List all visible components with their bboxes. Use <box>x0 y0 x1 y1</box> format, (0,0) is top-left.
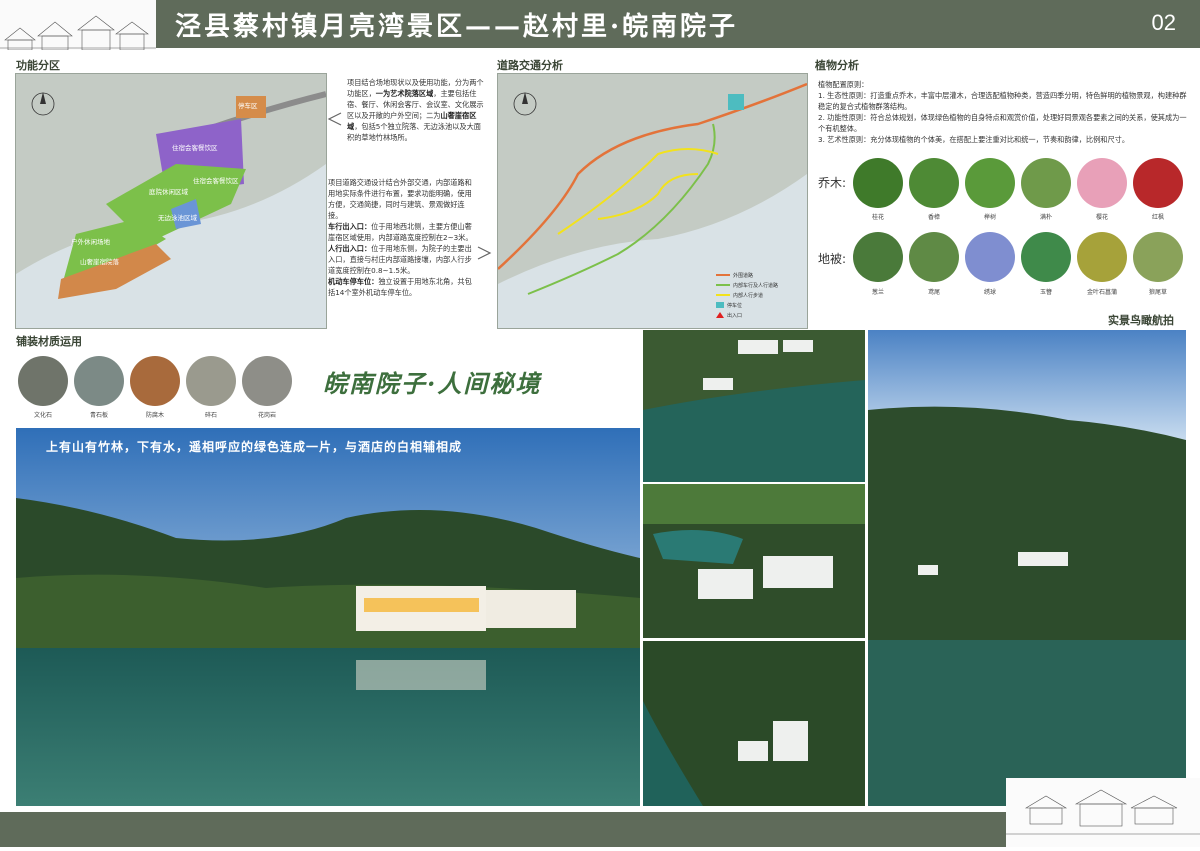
main-photo-image <box>16 428 640 806</box>
zoning-map: 停车区 住宿会客餐饮区 住宿会客餐饮区 庭院休闲区域 无边泳池区域 户外休闲场地… <box>15 73 327 329</box>
pedestrian-entrance-heading: 人行出入口： <box>328 244 372 253</box>
section-title-traffic: 道路交通分析 <box>497 59 563 72</box>
groundcover-caption: 鸢尾 <box>927 289 940 296</box>
zoning-text-art: 一为艺术院落区域 <box>375 89 434 98</box>
groundcover-caption: 玉簪 <box>1039 289 1052 296</box>
section-title-plants: 植物分析 <box>815 59 859 72</box>
arrow-left-icon <box>327 112 342 126</box>
traffic-description: 项目道路交通设计结合外部交通，内部道路和用地实际条件进行布置，要求功能明确，使用… <box>328 177 474 298</box>
right-lake-photo <box>867 329 1187 807</box>
groundcover-caption: 葱兰 <box>871 289 884 296</box>
zone-label-cliff-courtyard: 山奢崖宿院落 <box>80 258 119 266</box>
paving-bluestone-photo <box>74 356 124 406</box>
legend-item-internal-road: 内部车行及人行道路 <box>716 280 796 290</box>
groundcover-caption: 狼尾草 <box>1148 289 1167 296</box>
tree-caption: 红枫 <box>1151 214 1164 221</box>
arrow-right-icon <box>477 246 492 260</box>
aerial-photo-2 <box>642 483 866 639</box>
paving-caption: 青石板 <box>89 412 108 419</box>
groundcover-iris-photo <box>909 232 959 282</box>
header-sketch-illustration <box>0 0 156 50</box>
section-title-zoning: 功能分区 <box>16 59 60 72</box>
legend-item-parking: 停车位 <box>716 300 796 310</box>
legend-item-entrance: 出入口 <box>716 310 796 320</box>
zone-label-pool: 无边泳池区域 <box>158 214 197 222</box>
zoning-description: 项目结合场地现状以及使用功能，分为两个功能区，一为艺术院落区域，主要包括住宿、餐… <box>347 77 487 143</box>
page-number: 02 <box>1151 10 1176 35</box>
groundcover-label: 地被: <box>818 252 847 266</box>
groundcover-pennisetum-photo <box>1133 232 1183 282</box>
paving-caption: 碎石 <box>204 412 217 419</box>
footer-sketch-illustration <box>1006 778 1200 847</box>
tree-caption: 桂花 <box>871 214 884 221</box>
paving-caption: 防腐木 <box>145 412 164 419</box>
groundcover-zephyranthes-photo <box>853 232 903 282</box>
car-entrance-heading: 车行出入口： <box>328 222 372 231</box>
trees-label: 乔木: <box>818 176 847 190</box>
tree-caption: 满朴 <box>1039 214 1052 221</box>
plant-principle-1: 1. 生态性原则：打造重点乔木，丰富中层灌木，合理选配植物种类，营造四季分明，特… <box>818 91 1187 111</box>
groundcover-caption: 金叶石菖蒲 <box>1086 289 1117 296</box>
tree-red-maple-photo <box>1133 158 1183 208</box>
plant-principle-3: 3. 艺术性原则：充分体现植物的个体美，在搭配上要注重对比和统一，节奏和韵律，比… <box>818 135 1130 144</box>
paving-gravel-photo <box>186 356 236 406</box>
parking-heading: 机动车停车位： <box>328 277 379 286</box>
paving-row: 文化石 青石板 防腐木 碎石 花岗岩 <box>16 356 306 422</box>
paving-granite-photo <box>242 356 292 406</box>
zone-label-lodging-1: 住宿会客餐饮区 <box>172 144 218 152</box>
zoning-text-e: ，包括5个独立院落、无边泳池以及大面积的草地竹林场所。 <box>347 122 481 142</box>
main-lake-photo: 上有山有竹林，下有水，遥相呼应的绿色连成一片，与酒店的白相辅相成 <box>15 427 641 807</box>
tree-hackberry-photo <box>1021 158 1071 208</box>
plant-principles: 植物配置原则： 1. 生态性原则：打造重点乔木，丰富中层灌木，合理选配植物种类，… <box>818 79 1188 145</box>
legend-item-footpath: 内部人行步道 <box>716 290 796 300</box>
legend-item-outer-road: 外围道路 <box>716 270 796 280</box>
traffic-intro: 项目道路交通设计结合外部交通，内部道路和用地实际条件进行布置，要求功能明确，使用… <box>328 178 472 220</box>
tree-caption: 榉树 <box>983 214 996 221</box>
tree-caption: 香樟 <box>927 214 940 221</box>
trees-row: 桂花 香樟 榉树 满朴 樱花 红枫 <box>850 158 1190 221</box>
paving-culture-stone-photo <box>18 356 68 406</box>
groundcover-hosta-photo <box>1021 232 1071 282</box>
zone-label-courtyard: 庭院休闲区域 <box>149 188 188 196</box>
zone-label-lodging-2: 住宿会客餐饮区 <box>193 177 239 185</box>
page-title: 泾县蔡村镇月亮湾景区——赵村里·皖南院子 <box>175 12 739 42</box>
groundcover-acorus-photo <box>1077 232 1127 282</box>
main-photo-caption: 上有山有竹林，下有水，遥相呼应的绿色连成一片，与酒店的白相辅相成 <box>46 440 463 454</box>
plant-principle-2: 2. 功能性原则：符合总体规划，体现绿色植物的自身特点和观赏价值，处理好同景观各… <box>818 113 1187 133</box>
tree-osmanthus-photo <box>853 158 903 208</box>
groundcover-caption: 绣球 <box>983 289 996 296</box>
groundcover-row: 葱兰 鸢尾 绣球 玉簪 金叶石菖蒲 狼尾草 <box>850 232 1190 296</box>
plant-principles-heading: 植物配置原则： <box>818 80 869 89</box>
paving-wood-photo <box>130 356 180 406</box>
slogan: 皖南院子·人间秘境 <box>323 369 542 398</box>
aerial-photo-1 <box>642 329 866 483</box>
paving-caption: 文化石 <box>33 412 52 419</box>
zone-label-outdoor: 户外休闲场地 <box>71 238 110 246</box>
tree-caption: 樱花 <box>1095 214 1108 221</box>
groundcover-hydrangea-photo <box>965 232 1015 282</box>
zoning-map-drawing <box>16 74 326 328</box>
paving-caption: 花岗岩 <box>257 412 276 419</box>
traffic-legend: 外围道路 内部车行及人行道路 内部人行步道 停车位 出入口 <box>716 270 796 320</box>
aerial-photo-3 <box>642 640 866 807</box>
tree-cherry-photo <box>1077 158 1127 208</box>
zone-label-parking: 停车区 <box>238 102 258 110</box>
section-title-aerial: 实景鸟瞰航拍 <box>1108 314 1174 327</box>
section-title-paving: 铺装材质运用 <box>16 335 82 348</box>
tree-camphor-photo <box>909 158 959 208</box>
traffic-map: 外围道路 内部车行及人行道路 内部人行步道 停车位 出入口 <box>497 73 808 329</box>
tree-zelkova-photo <box>965 158 1015 208</box>
